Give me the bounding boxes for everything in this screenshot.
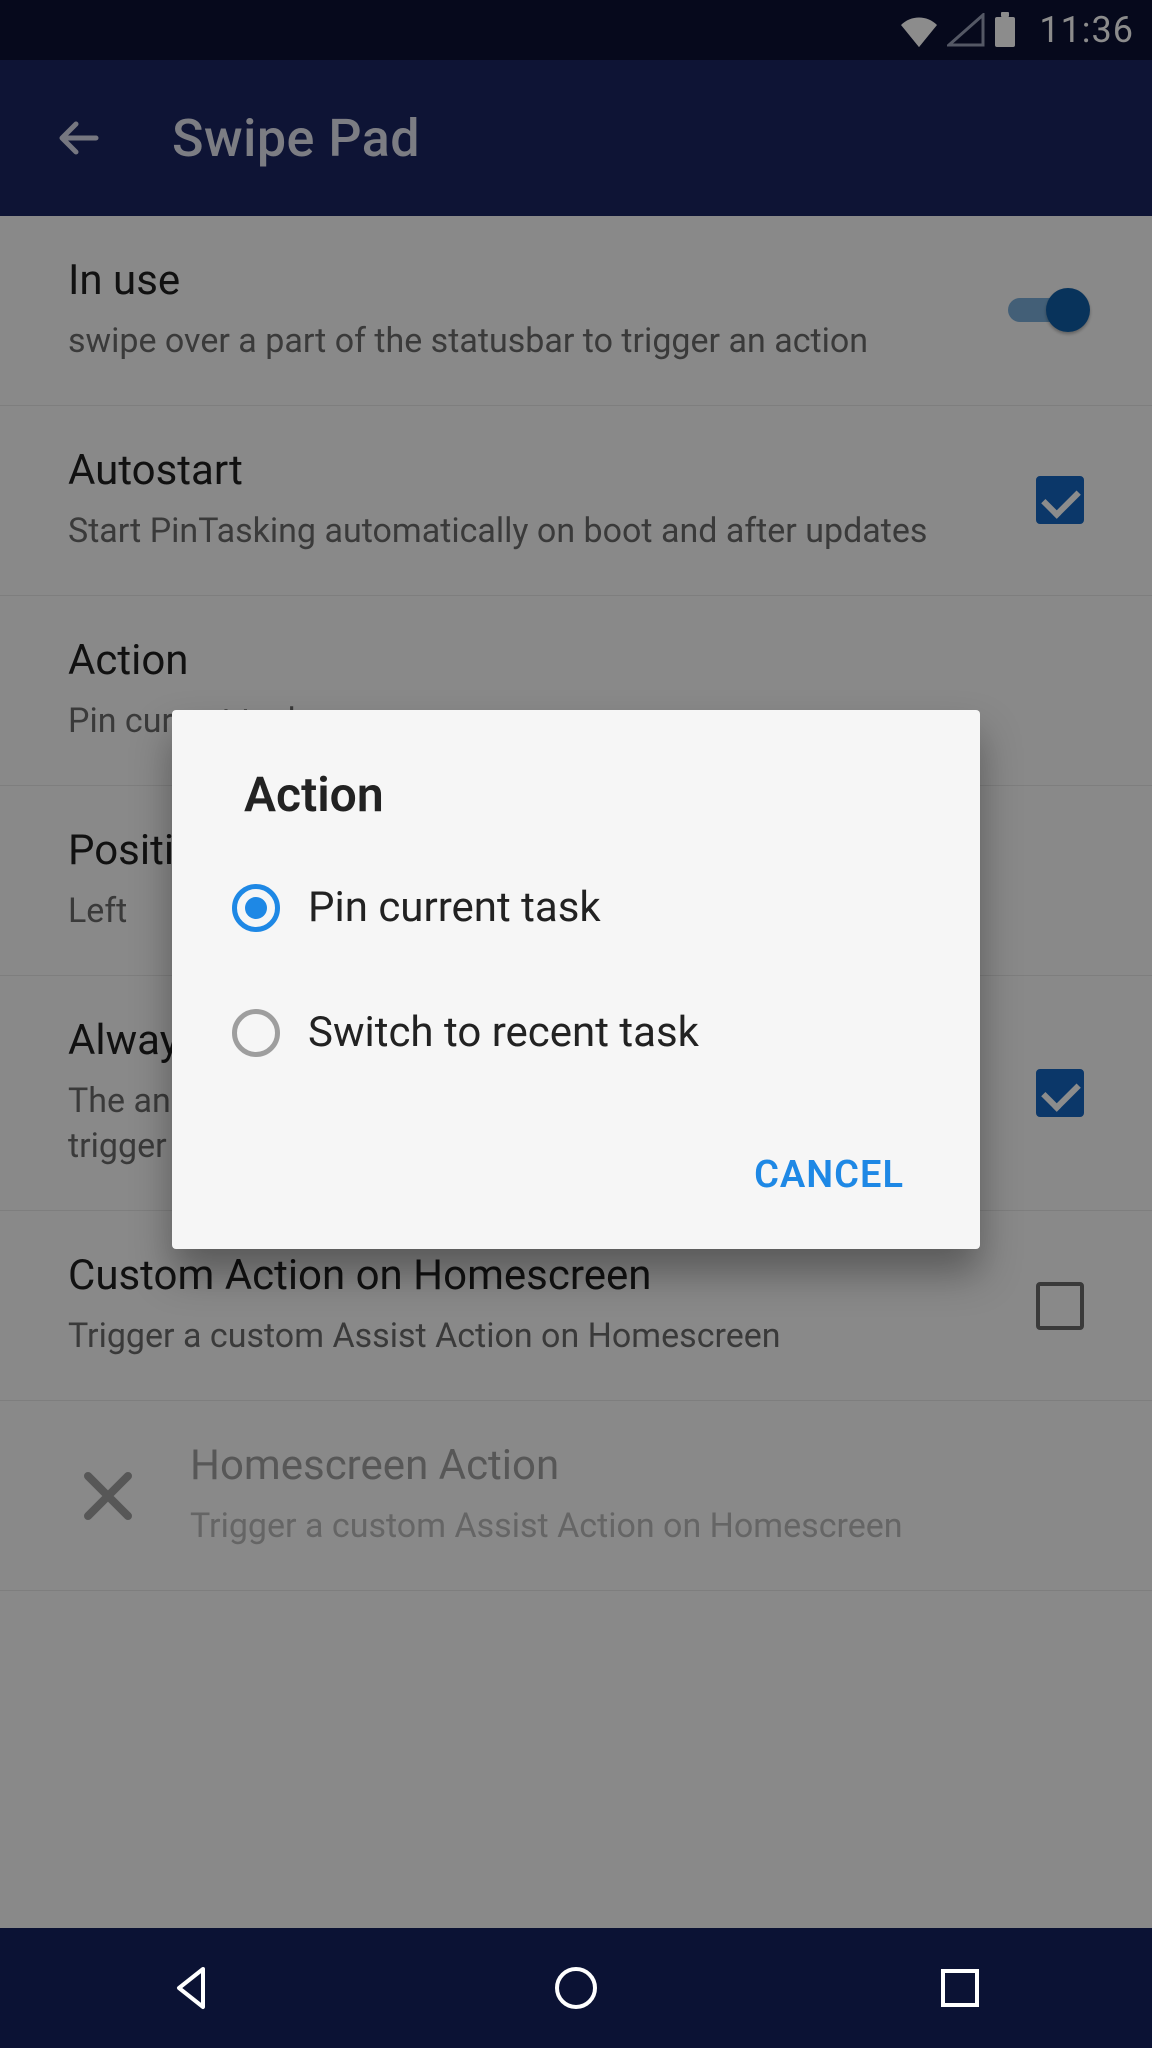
radio-label: Switch to recent task bbox=[308, 1008, 699, 1057]
dialog-title: Action bbox=[172, 766, 980, 859]
radio-option-switch-recent-task[interactable]: Switch to recent task bbox=[172, 984, 980, 1081]
radio-icon bbox=[232, 1009, 280, 1057]
system-nav-bar bbox=[0, 1928, 1152, 2048]
nav-recent-button[interactable] bbox=[810, 1928, 1110, 2048]
square-recent-icon bbox=[937, 1965, 983, 2011]
nav-home-button[interactable] bbox=[426, 1928, 726, 2048]
radio-icon bbox=[232, 884, 280, 932]
radio-option-pin-current-task[interactable]: Pin current task bbox=[172, 859, 980, 956]
action-dialog: Action Pin current task Switch to recent… bbox=[172, 710, 980, 1249]
nav-back-button[interactable] bbox=[42, 1928, 342, 2048]
radio-label: Pin current task bbox=[308, 883, 601, 932]
cancel-button[interactable]: CANCEL bbox=[726, 1137, 932, 1213]
circle-home-icon bbox=[551, 1963, 601, 2013]
triangle-back-icon bbox=[167, 1963, 217, 2013]
